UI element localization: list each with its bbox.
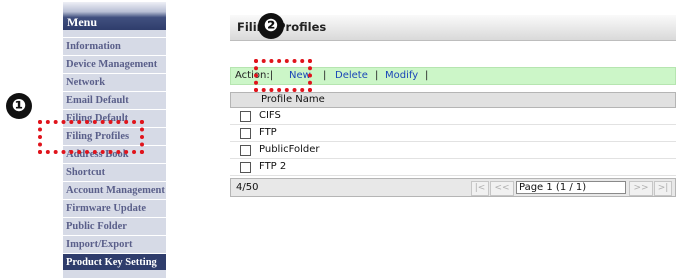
row-checkbox[interactable]	[240, 162, 251, 173]
profile-name: FTP	[259, 127, 277, 138]
table-row[interactable]: FTP	[230, 125, 676, 142]
menu-item-information[interactable]: Information	[63, 37, 166, 54]
row-checkbox[interactable]	[240, 128, 251, 139]
menu-header: Menu	[63, 2, 166, 30]
panel-title-bar: Filing Profiles	[230, 15, 676, 41]
grid-header: Profile Name	[230, 92, 676, 108]
profile-name: CIFS	[259, 110, 281, 121]
row-checkbox[interactable]	[240, 111, 251, 122]
column-header-profile-name[interactable]: Profile Name	[261, 93, 325, 107]
menu-item-email-default[interactable]: Email Default	[63, 91, 166, 108]
table-row[interactable]: PublicFolder	[230, 142, 676, 159]
separator: |	[375, 70, 379, 81]
table-row[interactable]: CIFS	[230, 108, 676, 125]
row-checkbox[interactable]	[240, 145, 251, 156]
last-page-button[interactable]: >|	[654, 181, 672, 196]
menu-item-shortcut[interactable]: Shortcut	[63, 163, 166, 180]
menu-item-product-key-setting[interactable]: Product Key Setting	[63, 253, 166, 270]
table-row[interactable]: FTP 2	[230, 159, 676, 176]
step-1-badge: ❶	[6, 93, 32, 119]
highlight-new-link	[254, 59, 312, 92]
first-page-button[interactable]: |<	[471, 181, 489, 196]
menu-item-device-management[interactable]: Device Management	[63, 55, 166, 72]
prev-page-button[interactable]: <<	[490, 181, 514, 196]
highlight-filing-profiles	[38, 120, 144, 154]
delete-link[interactable]: Delete	[335, 68, 368, 84]
profile-name: FTP 2	[259, 161, 287, 172]
step-2-badge: ❷	[258, 13, 284, 39]
menu-title: Menu	[67, 15, 97, 29]
next-page-button[interactable]: >>	[629, 181, 653, 196]
record-count: 4/50	[236, 182, 259, 193]
menu-item-import-export[interactable]: Import/Export	[63, 235, 166, 252]
menu-item-firmware-update[interactable]: Firmware Update	[63, 199, 166, 216]
modify-link[interactable]: Modify	[385, 68, 418, 84]
grid-footer: 4/50 |< << Page 1 (1 / 1) >> >|	[230, 178, 676, 197]
menu-item-network[interactable]: Network	[63, 73, 166, 90]
profile-name: PublicFolder	[259, 144, 320, 155]
page-input[interactable]: Page 1 (1 / 1)	[516, 181, 626, 194]
separator: |	[323, 70, 327, 81]
menu-item-account-management[interactable]: Account Management	[63, 181, 166, 198]
menu-item-public-folder[interactable]: Public Folder	[63, 217, 166, 234]
separator: |	[425, 70, 429, 81]
